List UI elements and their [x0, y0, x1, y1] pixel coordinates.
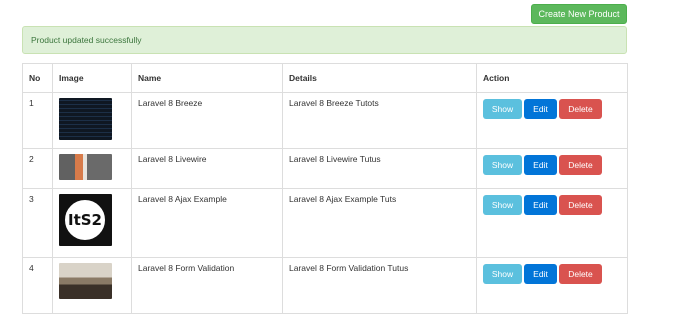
- products-table: No Image Name Details Action 1 Laravel 8…: [22, 63, 628, 314]
- row-image-cell: [52, 148, 132, 189]
- row-number: 1: [22, 92, 53, 149]
- product-thumbnail: [59, 98, 112, 140]
- product-thumbnail: [59, 263, 112, 299]
- delete-button[interactable]: Delete: [559, 195, 602, 215]
- row-image-cell: ItS2: [52, 188, 132, 258]
- edit-button[interactable]: Edit: [524, 264, 557, 284]
- table-row: 3 ItS2 Laravel 8 Ajax Example Laravel 8 …: [22, 188, 628, 258]
- alert-message: Product updated successfully: [31, 35, 142, 45]
- success-alert: Product updated successfully: [22, 26, 627, 54]
- its2-logo: ItS2: [62, 197, 108, 243]
- show-button[interactable]: Show: [483, 264, 522, 284]
- column-header-action: Action: [476, 63, 628, 93]
- row-number: 2: [22, 148, 53, 189]
- column-header-no: No: [22, 63, 53, 93]
- row-name: Laravel 8 Ajax Example: [131, 188, 283, 258]
- table-header-row: No Image Name Details Action: [22, 63, 628, 93]
- column-header-image: Image: [52, 63, 132, 93]
- product-thumbnail: ItS2: [59, 194, 112, 246]
- delete-button[interactable]: Delete: [559, 99, 602, 119]
- edit-button[interactable]: Edit: [524, 195, 557, 215]
- column-header-details: Details: [282, 63, 477, 93]
- row-number: 3: [22, 188, 53, 258]
- row-actions: Show Edit Delete: [476, 257, 628, 314]
- row-details: Laravel 8 Form Validation Tutus: [282, 257, 477, 314]
- row-number: 4: [22, 257, 53, 314]
- row-name: Laravel 8 Form Validation: [131, 257, 283, 314]
- column-header-name: Name: [131, 63, 283, 93]
- edit-button[interactable]: Edit: [524, 155, 557, 175]
- row-name: Laravel 8 Livewire: [131, 148, 283, 189]
- row-image-cell: [52, 257, 132, 314]
- table-row: 4 Laravel 8 Form Validation Laravel 8 Fo…: [22, 257, 628, 314]
- row-actions: Show Edit Delete: [476, 188, 628, 258]
- create-new-product-button[interactable]: Create New Product: [531, 4, 627, 24]
- show-button[interactable]: Show: [483, 195, 522, 215]
- show-button[interactable]: Show: [483, 99, 522, 119]
- table-row: 2 Laravel 8 Livewire Laravel 8 Livewire …: [22, 148, 628, 189]
- row-details: Laravel 8 Breeze Tutots: [282, 92, 477, 149]
- show-button[interactable]: Show: [483, 155, 522, 175]
- row-name: Laravel 8 Breeze: [131, 92, 283, 149]
- edit-button[interactable]: Edit: [524, 99, 557, 119]
- delete-button[interactable]: Delete: [559, 155, 602, 175]
- row-actions: Show Edit Delete: [476, 92, 628, 149]
- delete-button[interactable]: Delete: [559, 264, 602, 284]
- row-details: Laravel 8 Livewire Tutus: [282, 148, 477, 189]
- row-details: Laravel 8 Ajax Example Tuts: [282, 188, 477, 258]
- row-image-cell: [52, 92, 132, 149]
- product-thumbnail: [59, 154, 112, 180]
- table-row: 1 Laravel 8 Breeze Laravel 8 Breeze Tuto…: [22, 92, 628, 149]
- row-actions: Show Edit Delete: [476, 148, 628, 189]
